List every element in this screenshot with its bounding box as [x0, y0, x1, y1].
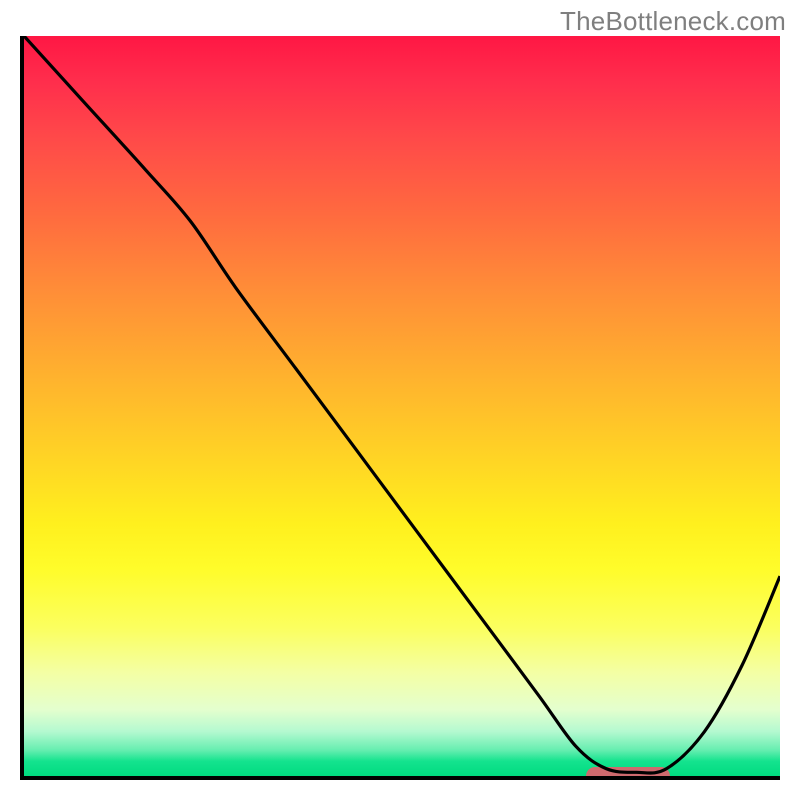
- watermark: TheBottleneck.com: [560, 6, 786, 37]
- curve-svg: [24, 36, 780, 776]
- plot-area: [20, 36, 780, 780]
- chart-root: TheBottleneck.com: [0, 0, 800, 800]
- curve-path: [24, 36, 780, 773]
